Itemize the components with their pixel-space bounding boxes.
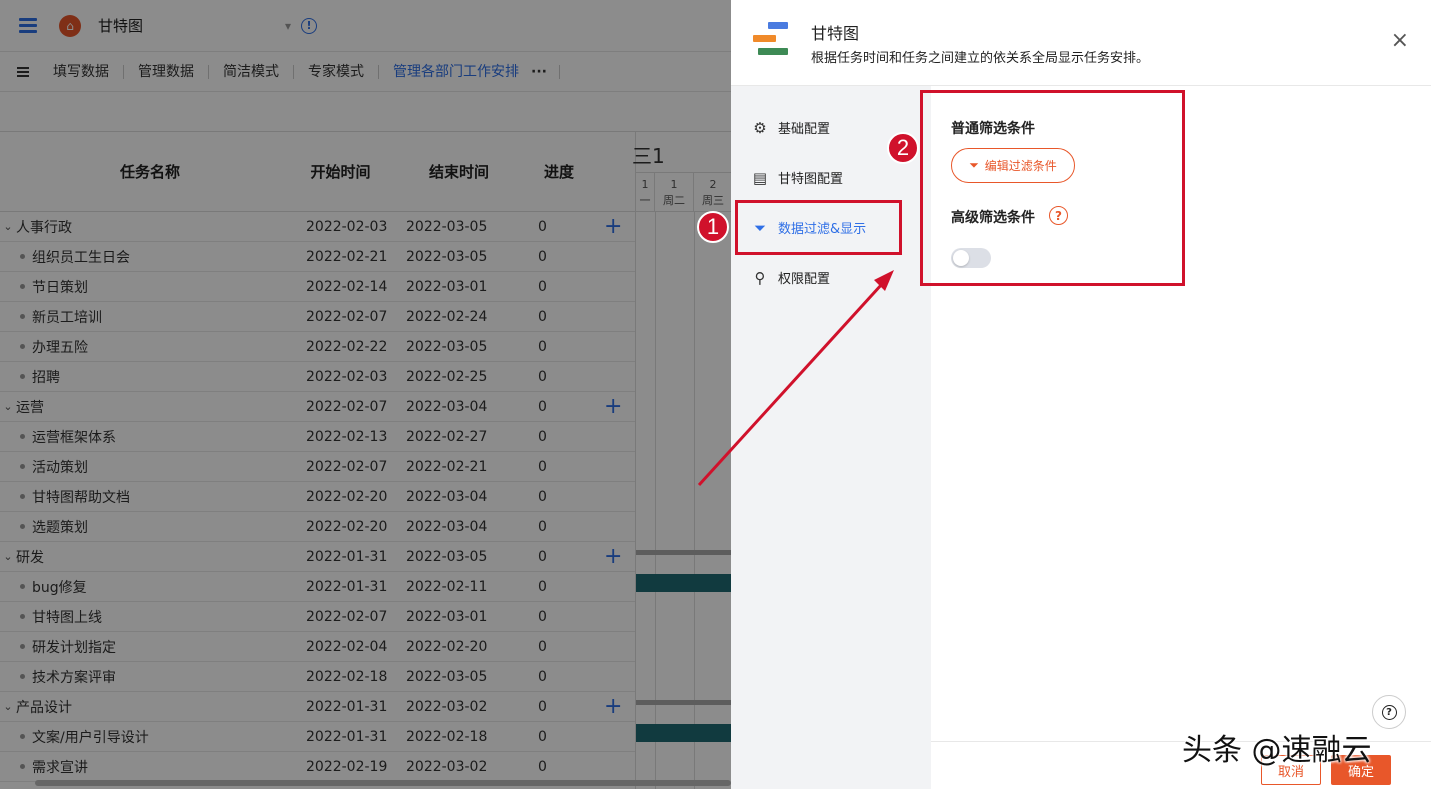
gantt-app: ⌂ 甘特图 ▾ ! 填写数据 管理数据 简洁模式 专家模式 管理各部门工作安排 … <box>0 0 731 789</box>
annotation-badge-1: 1 <box>697 211 729 243</box>
annotation-box-filter <box>920 90 1185 286</box>
nav-label: 甘特图配置 <box>778 172 844 187</box>
annotation-badge-2: 2 <box>887 132 919 164</box>
document-icon: ▤ <box>752 168 768 187</box>
user-key-icon: ⚲ <box>754 268 766 287</box>
gear-icon: ⚙ <box>753 118 767 137</box>
drawer-description: 根据任务时间和任务之间建立的依关系全局显示任务安排。 <box>811 51 1150 66</box>
drawer-title: 甘特图 <box>811 24 860 43</box>
gantt-logo-icon <box>753 20 789 58</box>
nav-label: 权限配置 <box>778 272 831 287</box>
close-icon[interactable]: × <box>1391 30 1409 52</box>
drawer-header: 甘特图 根据任务时间和任务之间建立的依关系全局显示任务安排。 × <box>731 0 1431 86</box>
question-icon: ? <box>1381 704 1397 720</box>
annotation-box-nav <box>735 200 902 255</box>
watermark: 头条 @速融云 <box>1182 733 1372 768</box>
nav-permission-config[interactable]: ⚲ 权限配置 <box>751 268 831 288</box>
floating-help-button[interactable]: ? <box>1372 695 1406 729</box>
nav-label: 基础配置 <box>778 122 831 137</box>
nav-gantt-config[interactable]: ▤ 甘特图配置 <box>751 168 844 188</box>
modal-overlay[interactable] <box>0 0 731 789</box>
drawer-nav: ⚙ 基础配置 ▤ 甘特图配置 ⏷ 数据过滤&显示 ⚲ 权限配置 <box>731 86 931 789</box>
nav-basic-config[interactable]: ⚙ 基础配置 <box>751 118 831 138</box>
